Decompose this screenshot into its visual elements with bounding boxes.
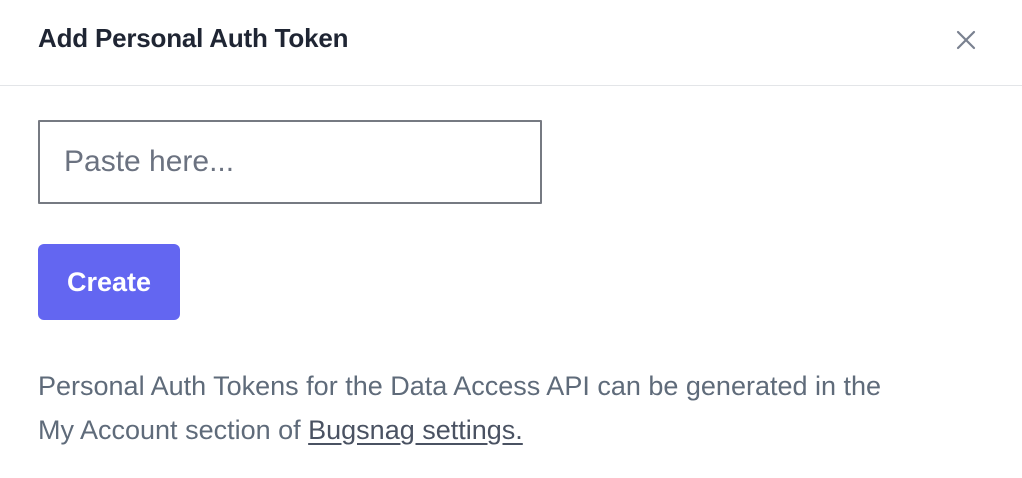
dialog-title: Add Personal Auth Token xyxy=(38,23,349,53)
token-input[interactable] xyxy=(38,120,542,204)
dialog-header: Add Personal Auth Token xyxy=(0,0,1022,86)
close-button[interactable] xyxy=(950,24,982,56)
help-text-line1: Personal Auth Tokens for the Data Access… xyxy=(38,371,882,401)
help-text-line2: My Account section of xyxy=(38,415,309,445)
bugsnag-settings-link[interactable]: Bugsnag settings. xyxy=(308,415,523,445)
create-button[interactable]: Create xyxy=(38,244,180,320)
add-token-dialog: Add Personal Auth Token Create Personal … xyxy=(0,0,1022,478)
help-text: Personal Auth Tokens for the Data Access… xyxy=(38,364,998,452)
close-icon xyxy=(956,30,976,50)
